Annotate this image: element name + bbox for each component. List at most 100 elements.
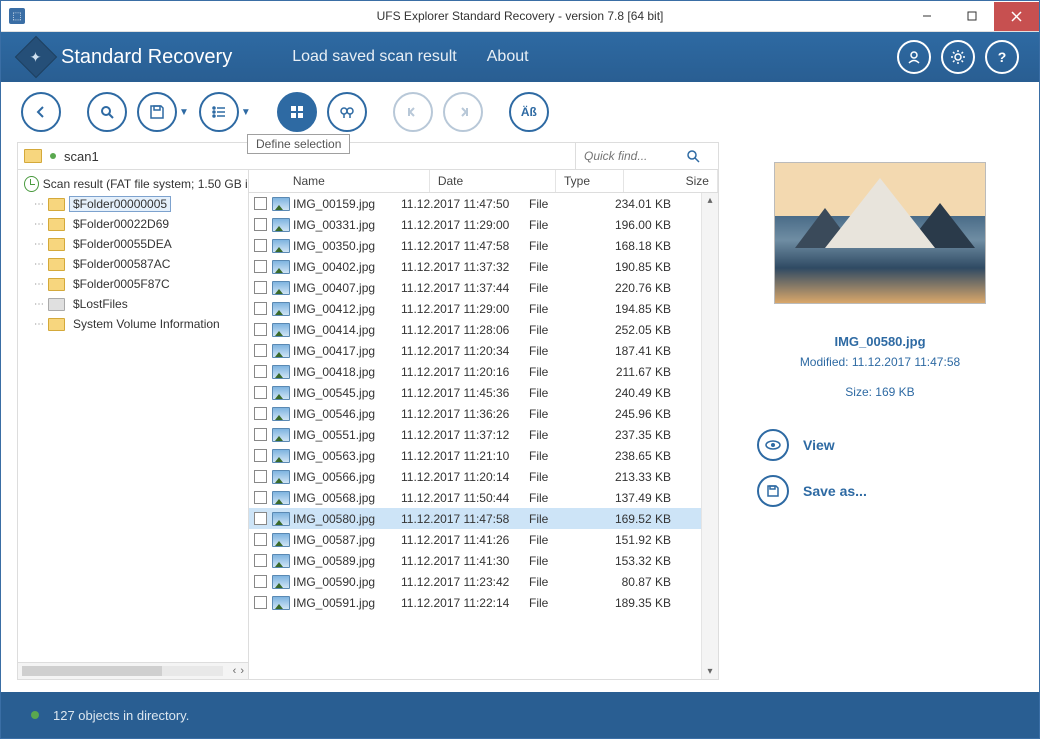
tree-item[interactable]: ⋯$Folder000587AC — [18, 254, 248, 274]
row-checkbox[interactable] — [249, 323, 271, 336]
file-size: 220.76 KB — [589, 281, 671, 295]
file-size: 238.65 KB — [589, 449, 671, 463]
save-dropdown[interactable]: ▼ — [137, 92, 189, 132]
maximize-button[interactable] — [949, 2, 994, 31]
col-size[interactable]: Size — [624, 170, 718, 192]
tree-expander-icon[interactable]: ⋯ — [34, 319, 44, 330]
col-type[interactable]: Type — [556, 170, 624, 192]
file-row[interactable]: IMG_00414.jpg11.12.2017 11:28:06File252.… — [249, 319, 718, 340]
back-button[interactable] — [21, 92, 61, 132]
file-row[interactable]: IMG_00159.jpg11.12.2017 11:47:50File234.… — [249, 193, 718, 214]
tree-expander-icon[interactable]: ⋯ — [34, 239, 44, 250]
tree-h-scrollbar[interactable]: ‹› — [18, 662, 248, 679]
row-checkbox[interactable] — [249, 428, 271, 441]
file-row[interactable]: IMG_00563.jpg11.12.2017 11:21:10File238.… — [249, 445, 718, 466]
row-checkbox[interactable] — [249, 344, 271, 357]
row-checkbox[interactable] — [249, 281, 271, 294]
row-checkbox[interactable] — [249, 449, 271, 462]
chevron-down-icon[interactable]: ▼ — [241, 107, 251, 118]
row-checkbox[interactable] — [249, 218, 271, 231]
file-size: 168.18 KB — [589, 239, 671, 253]
help-icon[interactable]: ? — [985, 40, 1019, 74]
file-row[interactable]: IMG_00589.jpg11.12.2017 11:41:30File153.… — [249, 550, 718, 571]
chevron-down-icon[interactable]: ▼ — [179, 107, 189, 118]
row-checkbox[interactable] — [249, 365, 271, 378]
tree-expander-icon[interactable]: ⋯ — [34, 219, 44, 230]
file-date: 11.12.2017 11:29:00 — [401, 302, 529, 316]
file-type: File — [529, 344, 589, 358]
tree-root-label: Scan result (FAT file system; 1.50 GB in… — [43, 177, 248, 191]
tree-item[interactable]: ⋯$Folder00022D69 — [18, 214, 248, 234]
step-back-button[interactable] — [393, 92, 433, 132]
file-row[interactable]: IMG_00331.jpg11.12.2017 11:29:00File196.… — [249, 214, 718, 235]
tree-expander-icon[interactable]: ⋯ — [34, 279, 44, 290]
image-file-icon — [271, 365, 291, 379]
tree-item-label: $LostFiles — [69, 297, 132, 311]
file-row[interactable]: IMG_00546.jpg11.12.2017 11:36:26File245.… — [249, 403, 718, 424]
row-checkbox[interactable] — [249, 260, 271, 273]
file-date: 11.12.2017 11:28:06 — [401, 323, 529, 337]
row-checkbox[interactable] — [249, 596, 271, 609]
file-row[interactable]: IMG_00417.jpg11.12.2017 11:20:34File187.… — [249, 340, 718, 361]
user-icon[interactable] — [897, 40, 931, 74]
tree-item[interactable]: ⋯ $LostFiles — [18, 294, 248, 314]
file-row[interactable]: IMG_00407.jpg11.12.2017 11:37:44File220.… — [249, 277, 718, 298]
menu-load-scan[interactable]: Load saved scan result — [292, 48, 457, 66]
file-row[interactable]: IMG_00591.jpg11.12.2017 11:22:14File189.… — [249, 592, 718, 613]
row-checkbox[interactable] — [249, 575, 271, 588]
col-date[interactable]: Date — [430, 170, 556, 192]
list-icon[interactable] — [199, 92, 239, 132]
save-icon[interactable] — [137, 92, 177, 132]
tree-item[interactable]: ⋯$Folder00055DEA — [18, 234, 248, 254]
gear-icon[interactable] — [941, 40, 975, 74]
menu-about[interactable]: About — [487, 48, 529, 66]
define-selection-button[interactable] — [277, 92, 317, 132]
search-button[interactable] — [87, 92, 127, 132]
tree-root[interactable]: Scan result (FAT file system; 1.50 GB in… — [18, 174, 248, 194]
file-row[interactable]: IMG_00418.jpg11.12.2017 11:20:16File211.… — [249, 361, 718, 382]
row-checkbox[interactable] — [249, 407, 271, 420]
file-row[interactable]: IMG_00551.jpg11.12.2017 11:37:12File237.… — [249, 424, 718, 445]
minimize-button[interactable] — [904, 2, 949, 31]
row-checkbox[interactable] — [249, 302, 271, 315]
tree-expander-icon[interactable]: ⋯ — [34, 299, 44, 310]
row-checkbox[interactable] — [249, 239, 271, 252]
search-input[interactable] — [582, 148, 686, 164]
image-file-icon — [271, 449, 291, 463]
file-v-scrollbar[interactable]: ▴▾ — [701, 193, 718, 679]
list-dropdown[interactable]: ▼ — [199, 92, 251, 132]
row-checkbox[interactable] — [249, 533, 271, 546]
tree-item[interactable]: ⋯$Folder00000005 — [18, 194, 248, 214]
tree-item[interactable]: ⋯System Volume Information — [18, 314, 248, 334]
tree-expander-icon[interactable]: ⋯ — [34, 259, 44, 270]
row-checkbox[interactable] — [249, 386, 271, 399]
tree-item[interactable]: ⋯$Folder0005F87C — [18, 274, 248, 294]
file-row[interactable]: IMG_00590.jpg11.12.2017 11:23:42File80.8… — [249, 571, 718, 592]
col-name[interactable]: Name — [285, 170, 430, 192]
file-row[interactable]: IMG_00350.jpg11.12.2017 11:47:58File168.… — [249, 235, 718, 256]
row-checkbox[interactable] — [249, 512, 271, 525]
file-row[interactable]: IMG_00402.jpg11.12.2017 11:37:32File190.… — [249, 256, 718, 277]
save-as-button[interactable]: Save as... — [757, 475, 867, 507]
search-icon[interactable] — [686, 149, 700, 163]
row-checkbox[interactable] — [249, 554, 271, 567]
file-row[interactable]: IMG_00545.jpg11.12.2017 11:45:36File240.… — [249, 382, 718, 403]
row-checkbox[interactable] — [249, 470, 271, 483]
file-size: 245.96 KB — [589, 407, 671, 421]
file-size: 240.49 KB — [589, 386, 671, 400]
file-row[interactable]: IMG_00412.jpg11.12.2017 11:29:00File194.… — [249, 298, 718, 319]
tree-expander-icon[interactable]: ⋯ — [34, 199, 44, 210]
file-row[interactable]: IMG_00568.jpg11.12.2017 11:50:44File137.… — [249, 487, 718, 508]
file-row[interactable]: IMG_00580.jpg11.12.2017 11:47:58File169.… — [249, 508, 718, 529]
row-checkbox[interactable] — [249, 491, 271, 504]
file-date: 11.12.2017 11:20:14 — [401, 470, 529, 484]
step-forward-button[interactable] — [443, 92, 483, 132]
file-name: IMG_00563.jpg — [291, 449, 401, 463]
close-button[interactable] — [994, 2, 1039, 31]
file-row[interactable]: IMG_00566.jpg11.12.2017 11:20:14File213.… — [249, 466, 718, 487]
view-button[interactable]: View — [757, 429, 867, 461]
file-row[interactable]: IMG_00587.jpg11.12.2017 11:41:26File151.… — [249, 529, 718, 550]
text-encoding-button[interactable]: Äß — [509, 92, 549, 132]
find-button[interactable] — [327, 92, 367, 132]
row-checkbox[interactable] — [249, 197, 271, 210]
